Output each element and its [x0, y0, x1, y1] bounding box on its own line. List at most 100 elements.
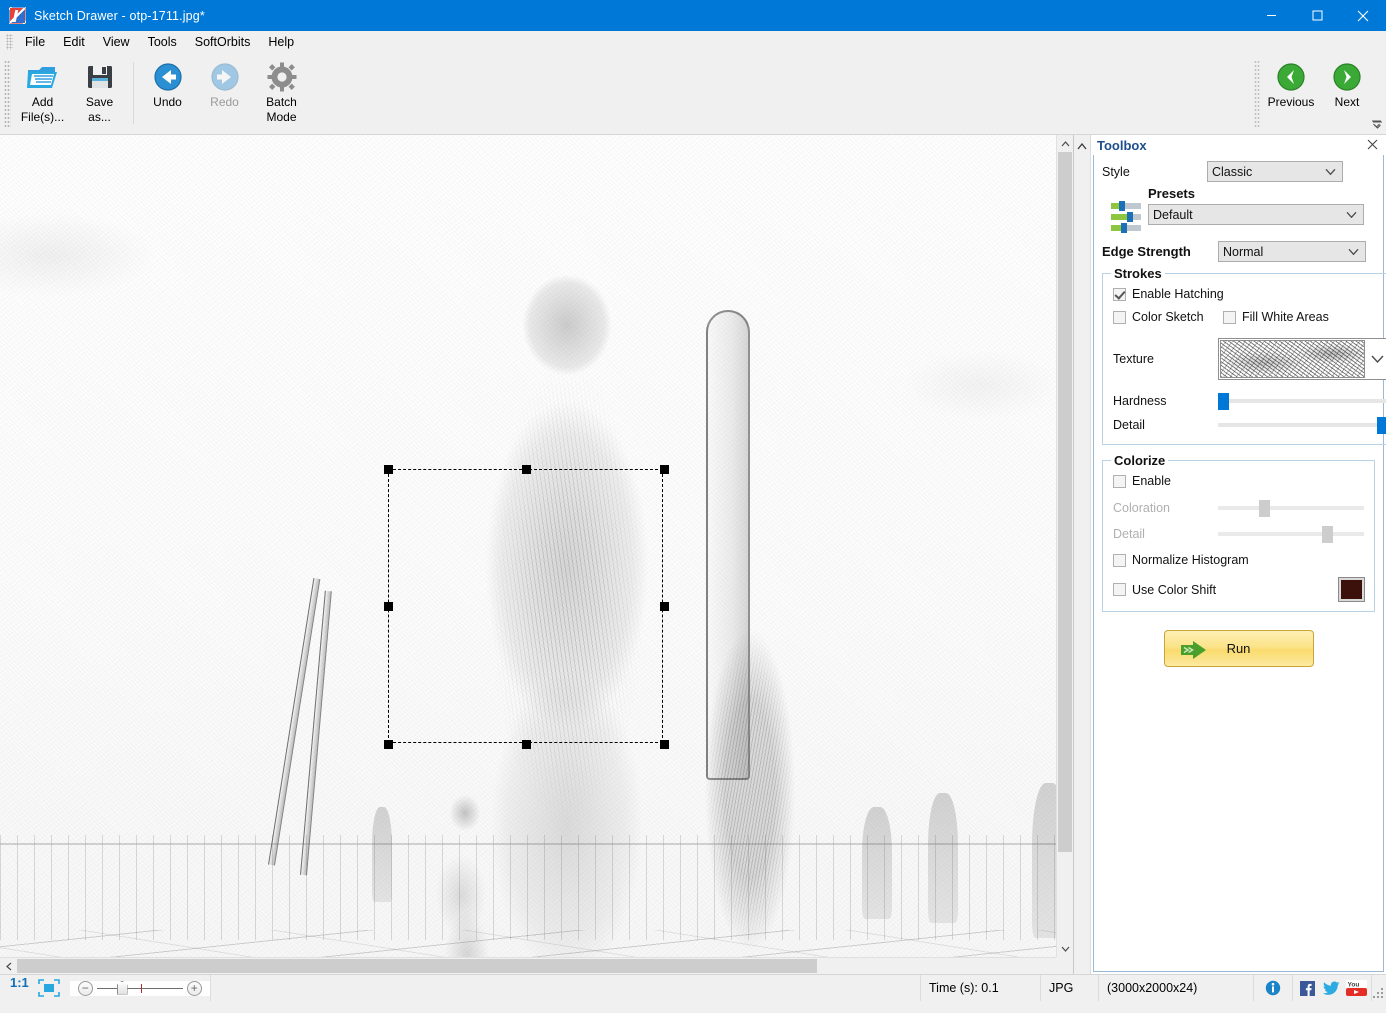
texture-dropdown[interactable] — [1218, 338, 1386, 380]
hardness-row: Hardness — [1113, 392, 1386, 410]
colorize-enable-checkbox[interactable]: Enable — [1113, 474, 1364, 488]
presets-dropdown[interactable]: Default — [1148, 204, 1364, 225]
zoom-slider-tick — [140, 983, 142, 993]
zoom-ratio-label[interactable]: 1:1 — [0, 975, 36, 1001]
menu-item-help[interactable]: Help — [259, 32, 303, 52]
info-cell[interactable] — [1254, 975, 1293, 1001]
toolbox-close-icon[interactable] — [1367, 138, 1378, 153]
canvas-horizontal-scrollbar[interactable] — [0, 957, 1073, 974]
batch-mode-button[interactable]: Batch Mode — [253, 54, 310, 134]
checkbox-box — [1113, 287, 1126, 301]
chevron-down-icon — [1348, 244, 1359, 258]
menu-item-edit[interactable]: Edit — [54, 32, 94, 52]
add-files-button[interactable]: Add File(s)... — [14, 54, 71, 134]
dimensions-cell: (3000x2000x24) — [1099, 975, 1254, 1001]
minimize-button[interactable] — [1248, 0, 1294, 31]
color-shift-swatch[interactable] — [1338, 577, 1365, 602]
info-icon[interactable] — [1263, 980, 1283, 996]
vertical-scroll-thumb[interactable] — [1058, 152, 1073, 852]
next-arrow-icon — [1332, 60, 1362, 94]
selection-handle-bottom-left[interactable] — [384, 740, 393, 749]
panel-collapse-chevron-icon[interactable] — [1077, 139, 1087, 974]
toolbar-grip-icon — [4, 60, 11, 128]
slider-rail — [1218, 423, 1386, 427]
menu-item-view[interactable]: View — [94, 32, 139, 52]
youtube-icon[interactable]: You — [1345, 980, 1367, 996]
scroll-down-arrow-icon[interactable] — [1057, 940, 1074, 957]
slider-rail — [1218, 506, 1364, 510]
close-button[interactable] — [1340, 0, 1386, 31]
undo-button[interactable]: Undo — [139, 54, 196, 134]
zoom-in-icon[interactable]: + — [186, 980, 202, 996]
color-sketch-checkbox[interactable]: Color Sketch — [1113, 310, 1223, 324]
nav-toolbar-overflow-chevron-icon[interactable] — [1372, 120, 1383, 132]
slider-knob — [1321, 526, 1333, 543]
railing — [0, 835, 1073, 940]
selection-handle-middle-right[interactable] — [660, 602, 669, 611]
zoom-slider-rail[interactable] — [96, 980, 183, 995]
time-label: Time (s): 0.1 — [929, 981, 999, 995]
detail-slider[interactable] — [1218, 416, 1386, 434]
save-as-button[interactable]: Save as... — [71, 54, 128, 134]
horizontal-scroll-thumb[interactable] — [17, 959, 817, 973]
scroll-left-arrow-icon[interactable] — [0, 958, 17, 974]
horizontal-scroll-track[interactable] — [17, 958, 1056, 974]
slider-knob[interactable] — [1377, 417, 1386, 434]
selection-handle-bottom-center[interactable] — [522, 740, 531, 749]
normalize-histogram-checkbox[interactable]: Normalize Histogram — [1113, 553, 1364, 567]
colorize-detail-slider — [1218, 525, 1364, 543]
previous-label: Previous — [1267, 95, 1315, 109]
previous-button[interactable]: Previous — [1260, 54, 1322, 134]
enable-hatching-checkbox[interactable]: Enable Hatching — [1113, 287, 1386, 301]
run-arrow-icon — [1179, 640, 1213, 663]
image-canvas-area[interactable] — [0, 135, 1075, 974]
menu-item-tools[interactable]: Tools — [139, 32, 186, 52]
toolbox-panel: Toolbox Style Classic Presets Default Ed… — [1091, 135, 1386, 974]
style-dropdown[interactable]: Classic — [1207, 161, 1343, 182]
run-button[interactable]: Run — [1163, 630, 1314, 667]
toolbar-separator — [133, 62, 134, 124]
use-color-shift-checkbox[interactable]: Use Color Shift — [1113, 583, 1339, 597]
fit-to-window-icon[interactable] — [36, 975, 70, 1001]
zoom-slider-knob[interactable] — [116, 980, 128, 995]
colorize-enable-label: Enable — [1132, 474, 1171, 488]
menu-item-file[interactable]: File — [16, 32, 54, 52]
toolbox-body: Style Classic Presets Default Edge Stren… — [1093, 155, 1386, 972]
add-files-label-line1: Add — [31, 95, 54, 109]
zoom-slider-control[interactable]: − + — [69, 980, 210, 996]
hardness-slider[interactable] — [1218, 392, 1386, 410]
add-files-icon — [26, 60, 59, 94]
selection-handle-middle-left[interactable] — [384, 602, 393, 611]
coloration-label: Coloration — [1113, 501, 1170, 515]
twitter-icon[interactable] — [1321, 980, 1341, 996]
selection-handle-top-right[interactable] — [660, 465, 669, 474]
panel-collapse-strip[interactable] — [1074, 135, 1091, 974]
texture-label: Texture — [1113, 352, 1154, 366]
selection-rectangle[interactable] — [384, 465, 669, 749]
next-label: Next — [1334, 95, 1360, 109]
window-resize-grip-icon[interactable] — [1372, 975, 1386, 1001]
maximize-button[interactable] — [1294, 0, 1340, 31]
image-viewport[interactable] — [0, 135, 1073, 957]
texture-preview-image — [1220, 340, 1365, 378]
fill-white-areas-checkbox[interactable]: Fill White Areas — [1223, 310, 1329, 324]
slider-knob[interactable] — [1218, 393, 1229, 410]
scroll-up-arrow-icon[interactable] — [1057, 135, 1074, 152]
next-button[interactable]: Next — [1322, 54, 1372, 134]
facebook-icon[interactable] — [1297, 980, 1317, 996]
detail-label: Detail — [1113, 418, 1145, 432]
gear-icon — [267, 60, 297, 94]
selection-handle-bottom-right[interactable] — [660, 740, 669, 749]
vertical-scroll-track[interactable] — [1057, 152, 1074, 940]
strokes-group: Strokes Enable Hatching Color Sketch Fil… — [1102, 266, 1386, 445]
selection-handle-top-center[interactable] — [522, 465, 531, 474]
texture-row: Texture — [1113, 338, 1386, 380]
selection-handle-top-left[interactable] — [384, 465, 393, 474]
format-label: JPG — [1049, 981, 1074, 995]
fill-white-areas-label: Fill White Areas — [1242, 310, 1329, 324]
canvas-vertical-scrollbar[interactable] — [1056, 135, 1074, 957]
zoom-out-icon[interactable]: − — [77, 980, 93, 996]
checkbox-box — [1113, 310, 1126, 324]
menu-item-softorbits[interactable]: SoftOrbits — [186, 32, 260, 52]
edge-strength-dropdown[interactable]: Normal — [1218, 241, 1366, 262]
